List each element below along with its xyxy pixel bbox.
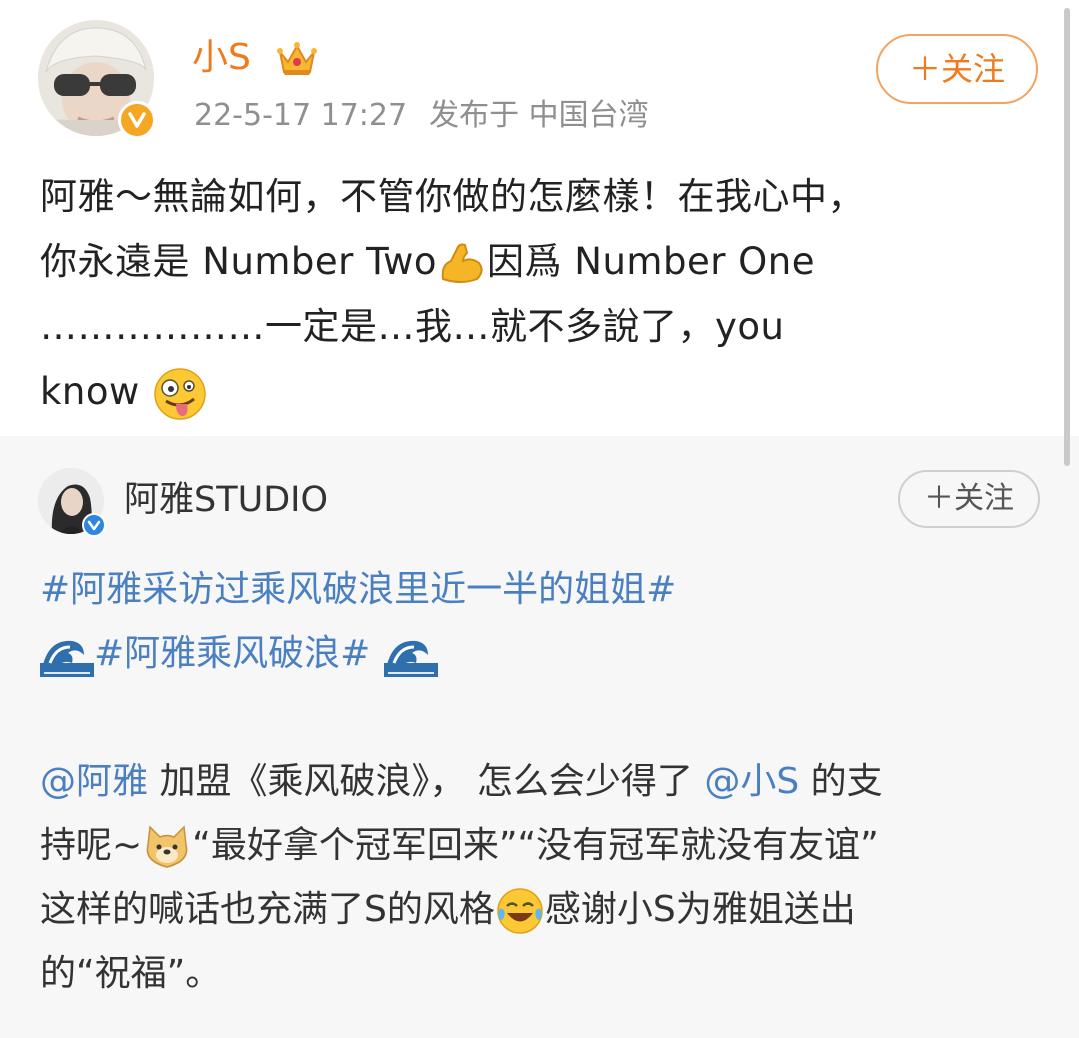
topic-tag[interactable]: #阿雅采访过乘风破浪里近一半的姐姐#	[40, 569, 676, 610]
verified-badge-icon	[118, 101, 156, 139]
reposted-card[interactable]: 阿雅STUDIO ＋关注 #阿雅采访过乘风破浪里近一半的姐姐# #阿雅乘风破浪#…	[0, 436, 1079, 1038]
repost-line: #阿雅乘风破浪#	[40, 622, 1050, 686]
mention-link[interactable]: @阿雅	[40, 761, 148, 802]
follow-button[interactable]: ＋关注	[876, 34, 1038, 104]
repost-line: 持呢~ “最好拿个冠军回来”“没有冠军就没有友谊”	[40, 814, 1050, 878]
repost-follow-button[interactable]: ＋关注	[898, 470, 1040, 528]
repost-body: #阿雅采访过乘风破浪里近一半的姐姐# #阿雅乘风破浪# @阿雅 加盟《乘风破浪》…	[40, 558, 1050, 1006]
wave-icon	[40, 640, 94, 677]
repost-text-part: “最好拿个冠军回来”“没有冠军就没有友谊”	[192, 825, 879, 866]
post-location: 发布于 中国台湾	[429, 98, 649, 133]
repost-text-part: 加盟《乘风破浪》， 怎么会少得了	[148, 761, 705, 802]
repost-line: #阿雅采访过乘风破浪里近一半的姐姐#	[40, 558, 1050, 622]
scrollbar[interactable]	[1064, 8, 1070, 466]
verified-badge-icon	[82, 513, 106, 537]
repost-line: @阿雅 加盟《乘风破浪》， 怎么会少得了 @小S 的支	[40, 750, 1050, 814]
post-line: know	[40, 359, 1040, 424]
repost-text-part: 感谢小S为雅姐送出	[544, 889, 856, 930]
post-line-part: know	[40, 370, 153, 413]
zany-face-icon	[154, 367, 206, 420]
author-name[interactable]: 小S	[192, 34, 251, 82]
repost-line: 这样的喊话也充满了S的风格 感谢小S为雅姐送出	[40, 878, 1050, 942]
topic-tag[interactable]: #阿雅乘风破浪#	[94, 633, 370, 674]
post-line: 你永遠是 Number Two 因爲 Number One	[40, 229, 1040, 294]
post-line-part: 因爲 Number One	[487, 240, 816, 283]
repost-author-name[interactable]: 阿雅STUDIO	[124, 478, 328, 522]
post-line: ………………一定是…我…就不多說了，you	[40, 305, 785, 348]
crown-icon	[277, 42, 317, 75]
repost-line: 的“祝福”。	[40, 953, 222, 994]
main-post: 小S 22-5-17 17:27 发布于 中国台湾 ＋关注 阿雅～無論如何，不管你…	[0, 0, 1079, 436]
laugh-cry-icon	[497, 888, 543, 934]
post-time: 22-5-17 17:27	[194, 98, 408, 133]
doge-icon	[146, 825, 188, 868]
wave-icon	[384, 640, 439, 677]
flexed-biceps-icon	[441, 243, 483, 283]
repost-text-part: 持呢~	[40, 825, 143, 866]
post-meta: 22-5-17 17:27 发布于 中国台湾	[194, 96, 649, 136]
post-line-part: 你永遠是 Number Two	[40, 240, 438, 283]
post-body: 阿雅～無論如何，不管你做的怎麼樣！在我心中， 你永遠是 Number Two 因…	[40, 164, 1040, 424]
repost-text-part: 这样的喊话也充满了S的风格	[40, 889, 495, 930]
repost-text-part: 的支	[799, 761, 883, 802]
mention-link[interactable]: @小S	[704, 761, 799, 802]
post-line: 阿雅～無論如何，不管你做的怎麼樣！在我心中，	[40, 175, 865, 218]
